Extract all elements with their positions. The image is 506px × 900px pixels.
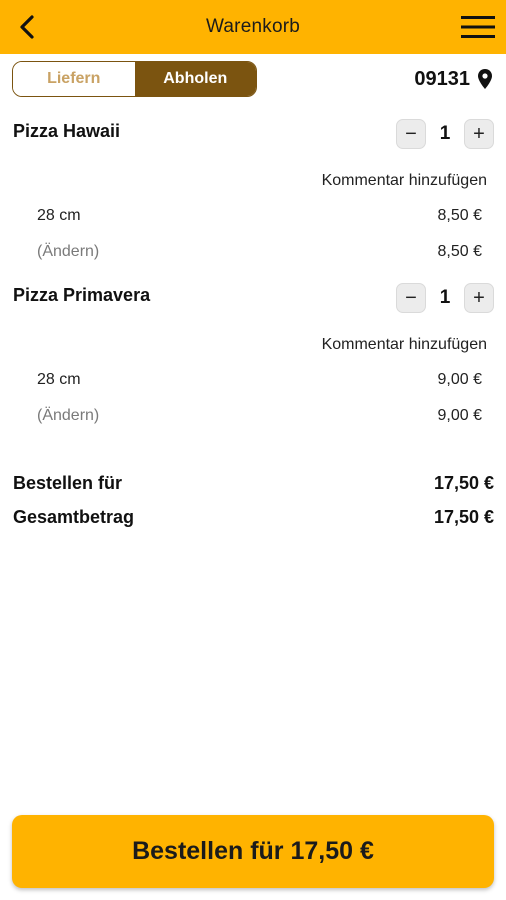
postal-code-selector[interactable]: 09131 [414,64,492,94]
quantity-stepper: − 1 + [396,283,494,313]
item-total-price: 8,50 € [437,243,482,260]
toggle-option-deliver[interactable]: Liefern [13,62,135,96]
increment-button[interactable]: + [463,283,494,313]
toggle-option-pickup[interactable]: Abholen [134,62,256,96]
menu-button[interactable] [458,10,498,44]
delivery-mode-toggle: Liefern Abholen [12,61,257,97]
cart-item-name: Pizza Primavera [13,285,151,305]
item-total-price: 9,00 € [437,407,482,424]
add-comment-link[interactable]: Kommentar hinzufügen [322,336,487,354]
change-item-link[interactable]: (Ändern) [37,243,99,261]
total-label: Gesamtbetrag [13,507,135,527]
order-button[interactable]: Bestellen für 17,50 € [12,815,494,888]
cart-item-name: Pizza Hawaii [13,121,121,141]
decrement-button[interactable]: − [396,283,426,313]
order-for-value: 17,50 € [433,473,494,493]
decrement-button[interactable]: − [396,119,426,149]
map-pin-icon [478,69,492,89]
order-for-label: Bestellen für [13,473,123,493]
item-size-label: 28 cm [37,371,81,388]
quantity-stepper: − 1 + [396,119,494,149]
postal-code: 09131 [414,67,470,90]
quantity-value: 1 [439,287,451,308]
increment-button[interactable]: + [463,119,494,149]
change-item-link[interactable]: (Ändern) [37,407,99,425]
page-title: Warenkorb [205,16,301,37]
hamburger-menu-icon [461,16,495,38]
item-size-label: 28 cm [37,207,81,224]
total-value: 17,50 € [433,507,494,527]
item-size-price: 9,00 € [437,371,482,388]
back-button[interactable] [10,10,44,44]
app-bar: Warenkorb [0,0,506,54]
add-comment-link[interactable]: Kommentar hinzufügen [322,172,487,190]
item-size-price: 8,50 € [437,207,482,224]
chevron-left-icon [20,15,34,39]
quantity-value: 1 [439,123,451,144]
